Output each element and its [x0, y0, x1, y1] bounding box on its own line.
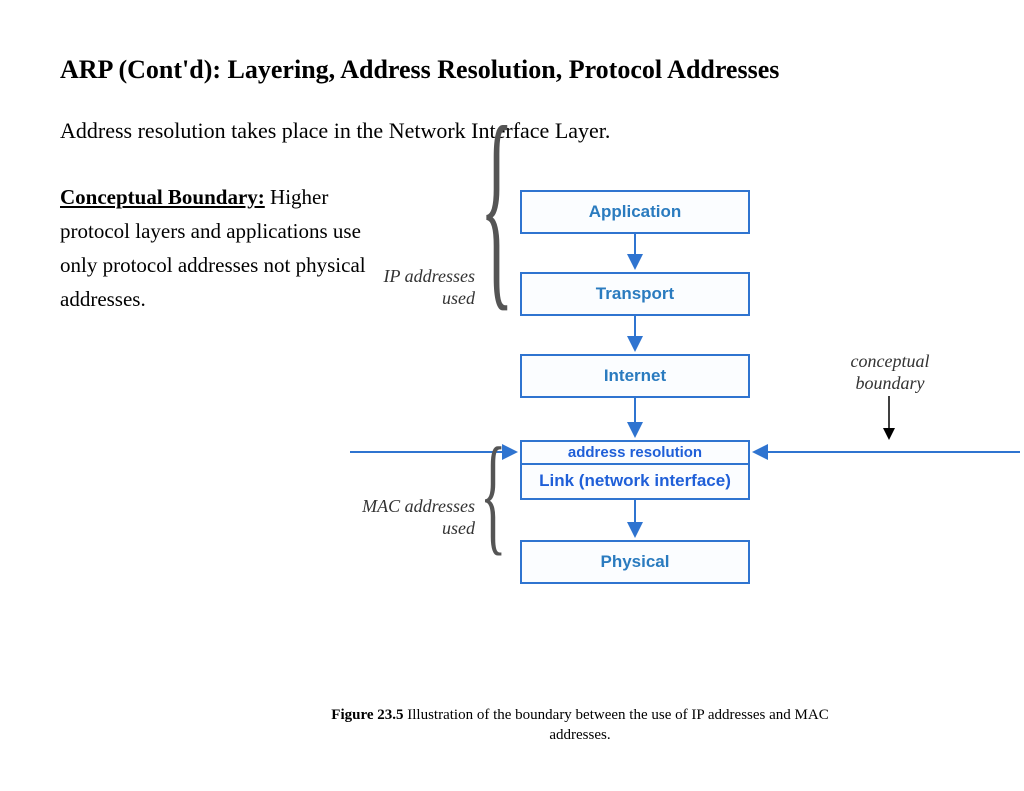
- layer-addr-res-label: address resolution: [522, 442, 748, 465]
- layer-link-label: Link (network interface): [522, 465, 748, 497]
- brace-mac: {: [480, 418, 506, 569]
- arrow-right-to-addrres: [752, 444, 1020, 460]
- annotation-boundary-line2: boundary: [856, 373, 925, 393]
- annotation-mac-used: MAC addresses used: [345, 495, 475, 539]
- annotation-mac-line1: MAC addresses: [362, 496, 475, 516]
- layer-application-label: Application: [589, 202, 682, 221]
- arrow-app-transport: [626, 234, 644, 272]
- layer-physical: Physical: [520, 540, 750, 584]
- annotation-ip-line1: IP addresses: [384, 266, 476, 286]
- layer-transport: Transport: [520, 272, 750, 316]
- figure-number: Figure 23.5: [331, 707, 403, 723]
- layer-internet-label: Internet: [604, 366, 666, 385]
- page-title: ARP (Cont'd): Layering, Address Resoluti…: [60, 55, 779, 85]
- layer-physical-label: Physical: [601, 552, 670, 571]
- annotation-boundary-line1: conceptual: [851, 351, 930, 371]
- figure-text: Illustration of the boundary between the…: [404, 707, 829, 743]
- arrow-transport-internet: [626, 316, 644, 354]
- layer-internet: Internet: [520, 354, 750, 398]
- annotation-ip-used: IP addresses used: [365, 265, 475, 309]
- annotation-ip-line2: used: [442, 288, 475, 308]
- boundary-paragraph: Conceptual Boundary: Higher protocol lay…: [60, 180, 380, 316]
- brace-ip: {: [480, 82, 514, 338]
- annotation-mac-line2: used: [442, 518, 475, 538]
- layer-application: Application: [520, 190, 750, 234]
- subtitle: Address resolution takes place in the Ne…: [60, 118, 610, 144]
- arrow-link-physical: [626, 500, 644, 540]
- arrow-internet-link: [626, 398, 644, 440]
- layer-transport-label: Transport: [596, 284, 674, 303]
- layer-diagram: Application Transport Internet address r…: [370, 180, 1020, 650]
- layer-link: address resolution Link (network interfa…: [520, 440, 750, 500]
- page: ARP (Cont'd): Layering, Address Resoluti…: [0, 0, 1024, 791]
- arrow-boundary-down: [880, 396, 898, 444]
- annotation-boundary: conceptual boundary: [840, 350, 940, 394]
- boundary-lead: Conceptual Boundary:: [60, 185, 265, 209]
- figure-caption: Figure 23.5 Illustration of the boundary…: [300, 705, 860, 745]
